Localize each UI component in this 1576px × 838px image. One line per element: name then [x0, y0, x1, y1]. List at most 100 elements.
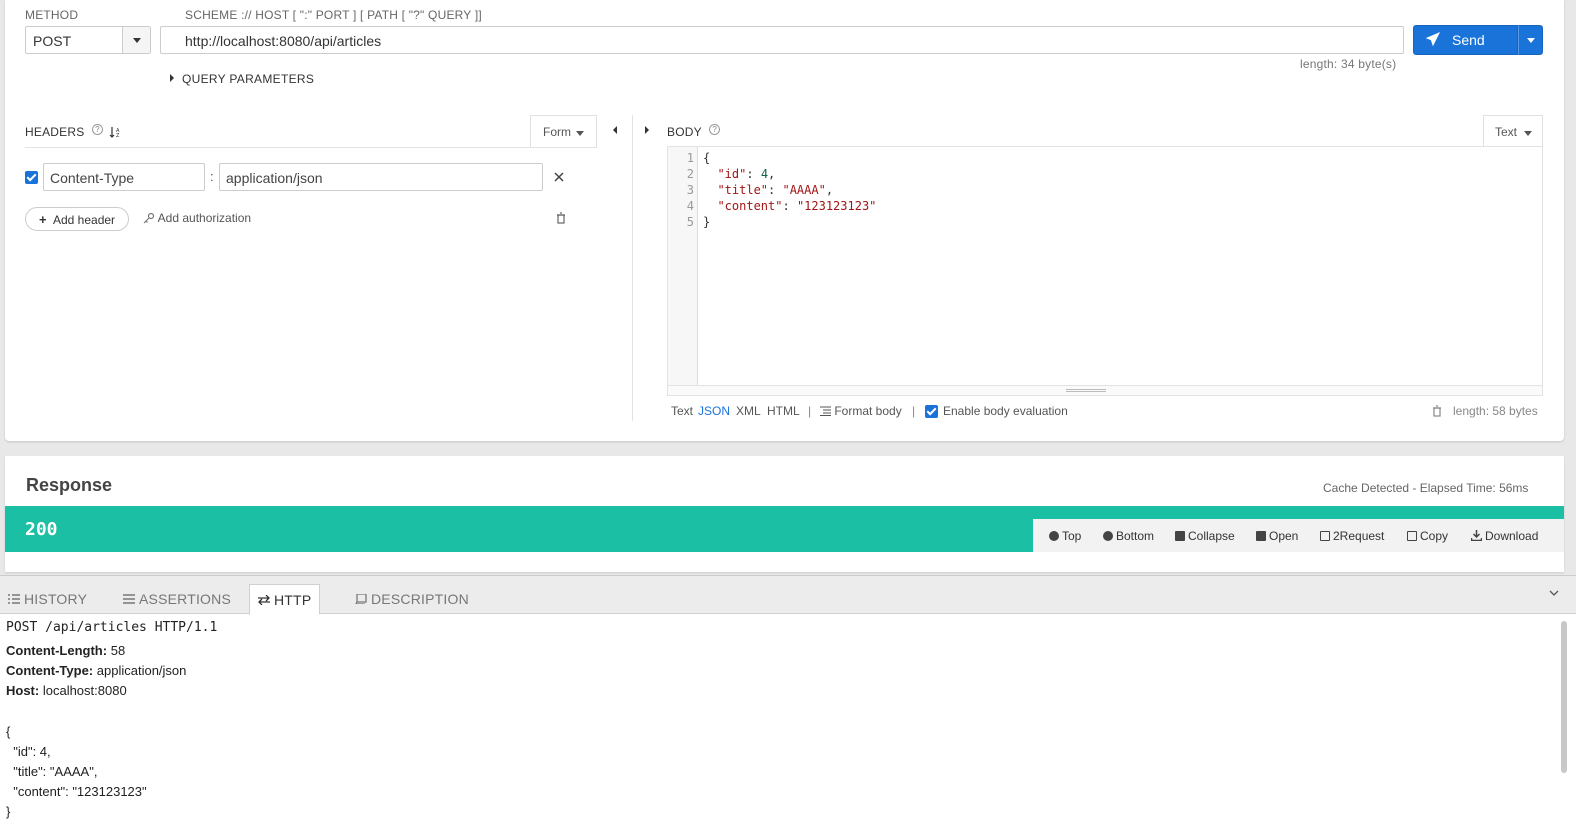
collapse-left-icon[interactable]	[613, 126, 617, 134]
send-options-button[interactable]	[1518, 25, 1543, 55]
top-button[interactable]: Top	[1049, 529, 1081, 543]
header-enabled-checkbox[interactable]	[25, 171, 38, 184]
send-button[interactable]: Send	[1413, 25, 1518, 55]
sort-icon[interactable]: A Z	[109, 126, 121, 139]
http-body-line: "title": "AAAA",	[6, 764, 98, 779]
to-request-label: 2Request	[1333, 529, 1385, 543]
collapse-right-icon[interactable]	[645, 126, 649, 134]
response-panel: Response Cache Detected - Elapsed Time: …	[5, 456, 1564, 572]
header-name-value: Content-Type	[50, 170, 135, 186]
panel-divider[interactable]	[632, 115, 633, 421]
body-title: BODY ?	[667, 124, 721, 139]
tab-description-label: DESCRIPTION	[371, 591, 469, 607]
to-request-button[interactable]: 2Request	[1320, 529, 1384, 543]
url-value: http://localhost:8080/api/articles	[185, 33, 382, 49]
chevron-down-icon	[1524, 131, 1532, 136]
plus-icon: +	[39, 212, 47, 227]
body-type-label: Text	[1495, 125, 1518, 139]
help-icon[interactable]: ?	[91, 124, 103, 135]
response-title: Response	[26, 475, 113, 495]
line-number: 1	[686, 151, 694, 165]
code-string: "123123123"	[796, 199, 877, 213]
add-header-label: Add header	[53, 213, 116, 227]
code-line-title: "title": "AAAA",	[717, 183, 834, 197]
copy-button[interactable]: Copy	[1407, 529, 1448, 543]
http-header-line: Content-Length: 58	[6, 643, 125, 658]
header-name: Content-Type:	[6, 663, 94, 678]
headers-label: HEADERS	[25, 125, 85, 139]
format-body-label: Format body	[834, 404, 902, 418]
trash-icon[interactable]	[556, 212, 566, 224]
line-number: 2	[686, 167, 694, 181]
format-body-button[interactable]: Format body	[820, 404, 902, 418]
top-label: Top	[1062, 529, 1082, 543]
align-icon	[820, 406, 831, 416]
format-json[interactable]: JSON	[698, 404, 730, 418]
collapse-label: Collapse	[1188, 529, 1235, 543]
body-label: BODY	[667, 125, 702, 139]
method-label: METHOD	[25, 8, 79, 22]
url-format-label: SCHEME :// HOST [ ":" PORT ] [ PATH [ "?…	[185, 8, 482, 22]
method-select[interactable]: POST	[25, 26, 151, 54]
copy-icon	[1407, 531, 1417, 541]
tab-http-label: HTTP	[274, 592, 312, 608]
divider	[25, 147, 597, 148]
trash-icon[interactable]	[1432, 405, 1442, 417]
body-editor[interactable]: 1 2 3 4 5 { "id": 4, "title": "AAAA", "c…	[667, 146, 1543, 396]
header-name-input[interactable]: Content-Type	[43, 163, 205, 191]
method-dropdown-button[interactable]	[122, 27, 150, 53]
open-label: Open	[1269, 529, 1299, 543]
bottom-panel: HISTORY ASSERTIONS HTTP DESCRIPTION POST…	[0, 575, 1576, 838]
vertical-scrollbar[interactable]	[1561, 621, 1567, 773]
response-actions: Top Bottom Collapse Open 2Request Copy D…	[1033, 519, 1564, 552]
line-number: 3	[686, 183, 694, 197]
body-type-dropdown[interactable]: Text	[1483, 115, 1543, 148]
code-key: "content"	[717, 199, 783, 213]
headers-form-dropdown[interactable]: Form	[530, 115, 597, 148]
editor-resize-handle[interactable]	[668, 385, 1542, 395]
chevron-down-icon	[133, 38, 141, 43]
tab-history[interactable]: HISTORY	[0, 584, 95, 614]
header-value: 58	[110, 643, 126, 658]
query-parameters-toggle[interactable]: QUERY PARAMETERS	[170, 72, 314, 86]
chevron-down-icon	[576, 131, 584, 136]
http-body-line: "id": 4,	[6, 744, 51, 759]
tab-description[interactable]: DESCRIPTION	[347, 584, 477, 614]
bottom-button[interactable]: Bottom	[1103, 529, 1154, 543]
chevron-down-icon	[1527, 38, 1535, 43]
add-header-button[interactable]: + Add header	[25, 207, 129, 231]
help-icon[interactable]: ?	[709, 124, 721, 135]
tab-http[interactable]: HTTP	[249, 584, 321, 615]
download-icon	[1470, 530, 1483, 542]
header-value-value: application/json	[226, 170, 323, 186]
format-xml[interactable]: XML	[736, 404, 761, 418]
code-brace-close: }	[703, 215, 711, 229]
tab-assertions[interactable]: ASSERTIONS	[115, 584, 239, 614]
add-authorization-link[interactable]: Add authorization	[143, 211, 251, 225]
header-value-input[interactable]: application/json	[219, 163, 543, 191]
separator: |	[912, 404, 916, 418]
bottom-label: Bottom	[1116, 529, 1155, 543]
collapse-button[interactable]: Collapse	[1175, 529, 1235, 543]
open-button[interactable]: Open	[1256, 529, 1298, 543]
code-line-content: "content": "123123123"	[717, 199, 877, 213]
close-icon[interactable]	[554, 172, 564, 182]
caret-right-icon	[170, 74, 174, 82]
format-text[interactable]: Text	[671, 404, 693, 418]
header-value: localhost:8080	[42, 683, 127, 698]
format-html[interactable]: HTML	[767, 404, 800, 418]
form-label: Form	[543, 125, 571, 139]
tab-assertions-label: ASSERTIONS	[139, 591, 231, 607]
arrow-down-circle-icon	[1103, 531, 1113, 541]
plus-square-icon	[1256, 531, 1266, 541]
http-header-line: Host: localhost:8080	[6, 683, 127, 698]
download-button[interactable]: Download	[1470, 529, 1538, 543]
exchange-icon	[258, 595, 270, 605]
key-icon	[143, 212, 155, 224]
enable-evaluation-label[interactable]: Enable body evaluation	[943, 404, 1068, 418]
enable-evaluation-checkbox[interactable]	[925, 405, 938, 418]
body-length: length: 58 bytes	[1453, 404, 1538, 418]
chevron-down-icon[interactable]	[1549, 590, 1559, 597]
header-value: application/json	[96, 663, 187, 678]
url-input[interactable]: http://localhost:8080/api/articles	[160, 26, 1404, 54]
